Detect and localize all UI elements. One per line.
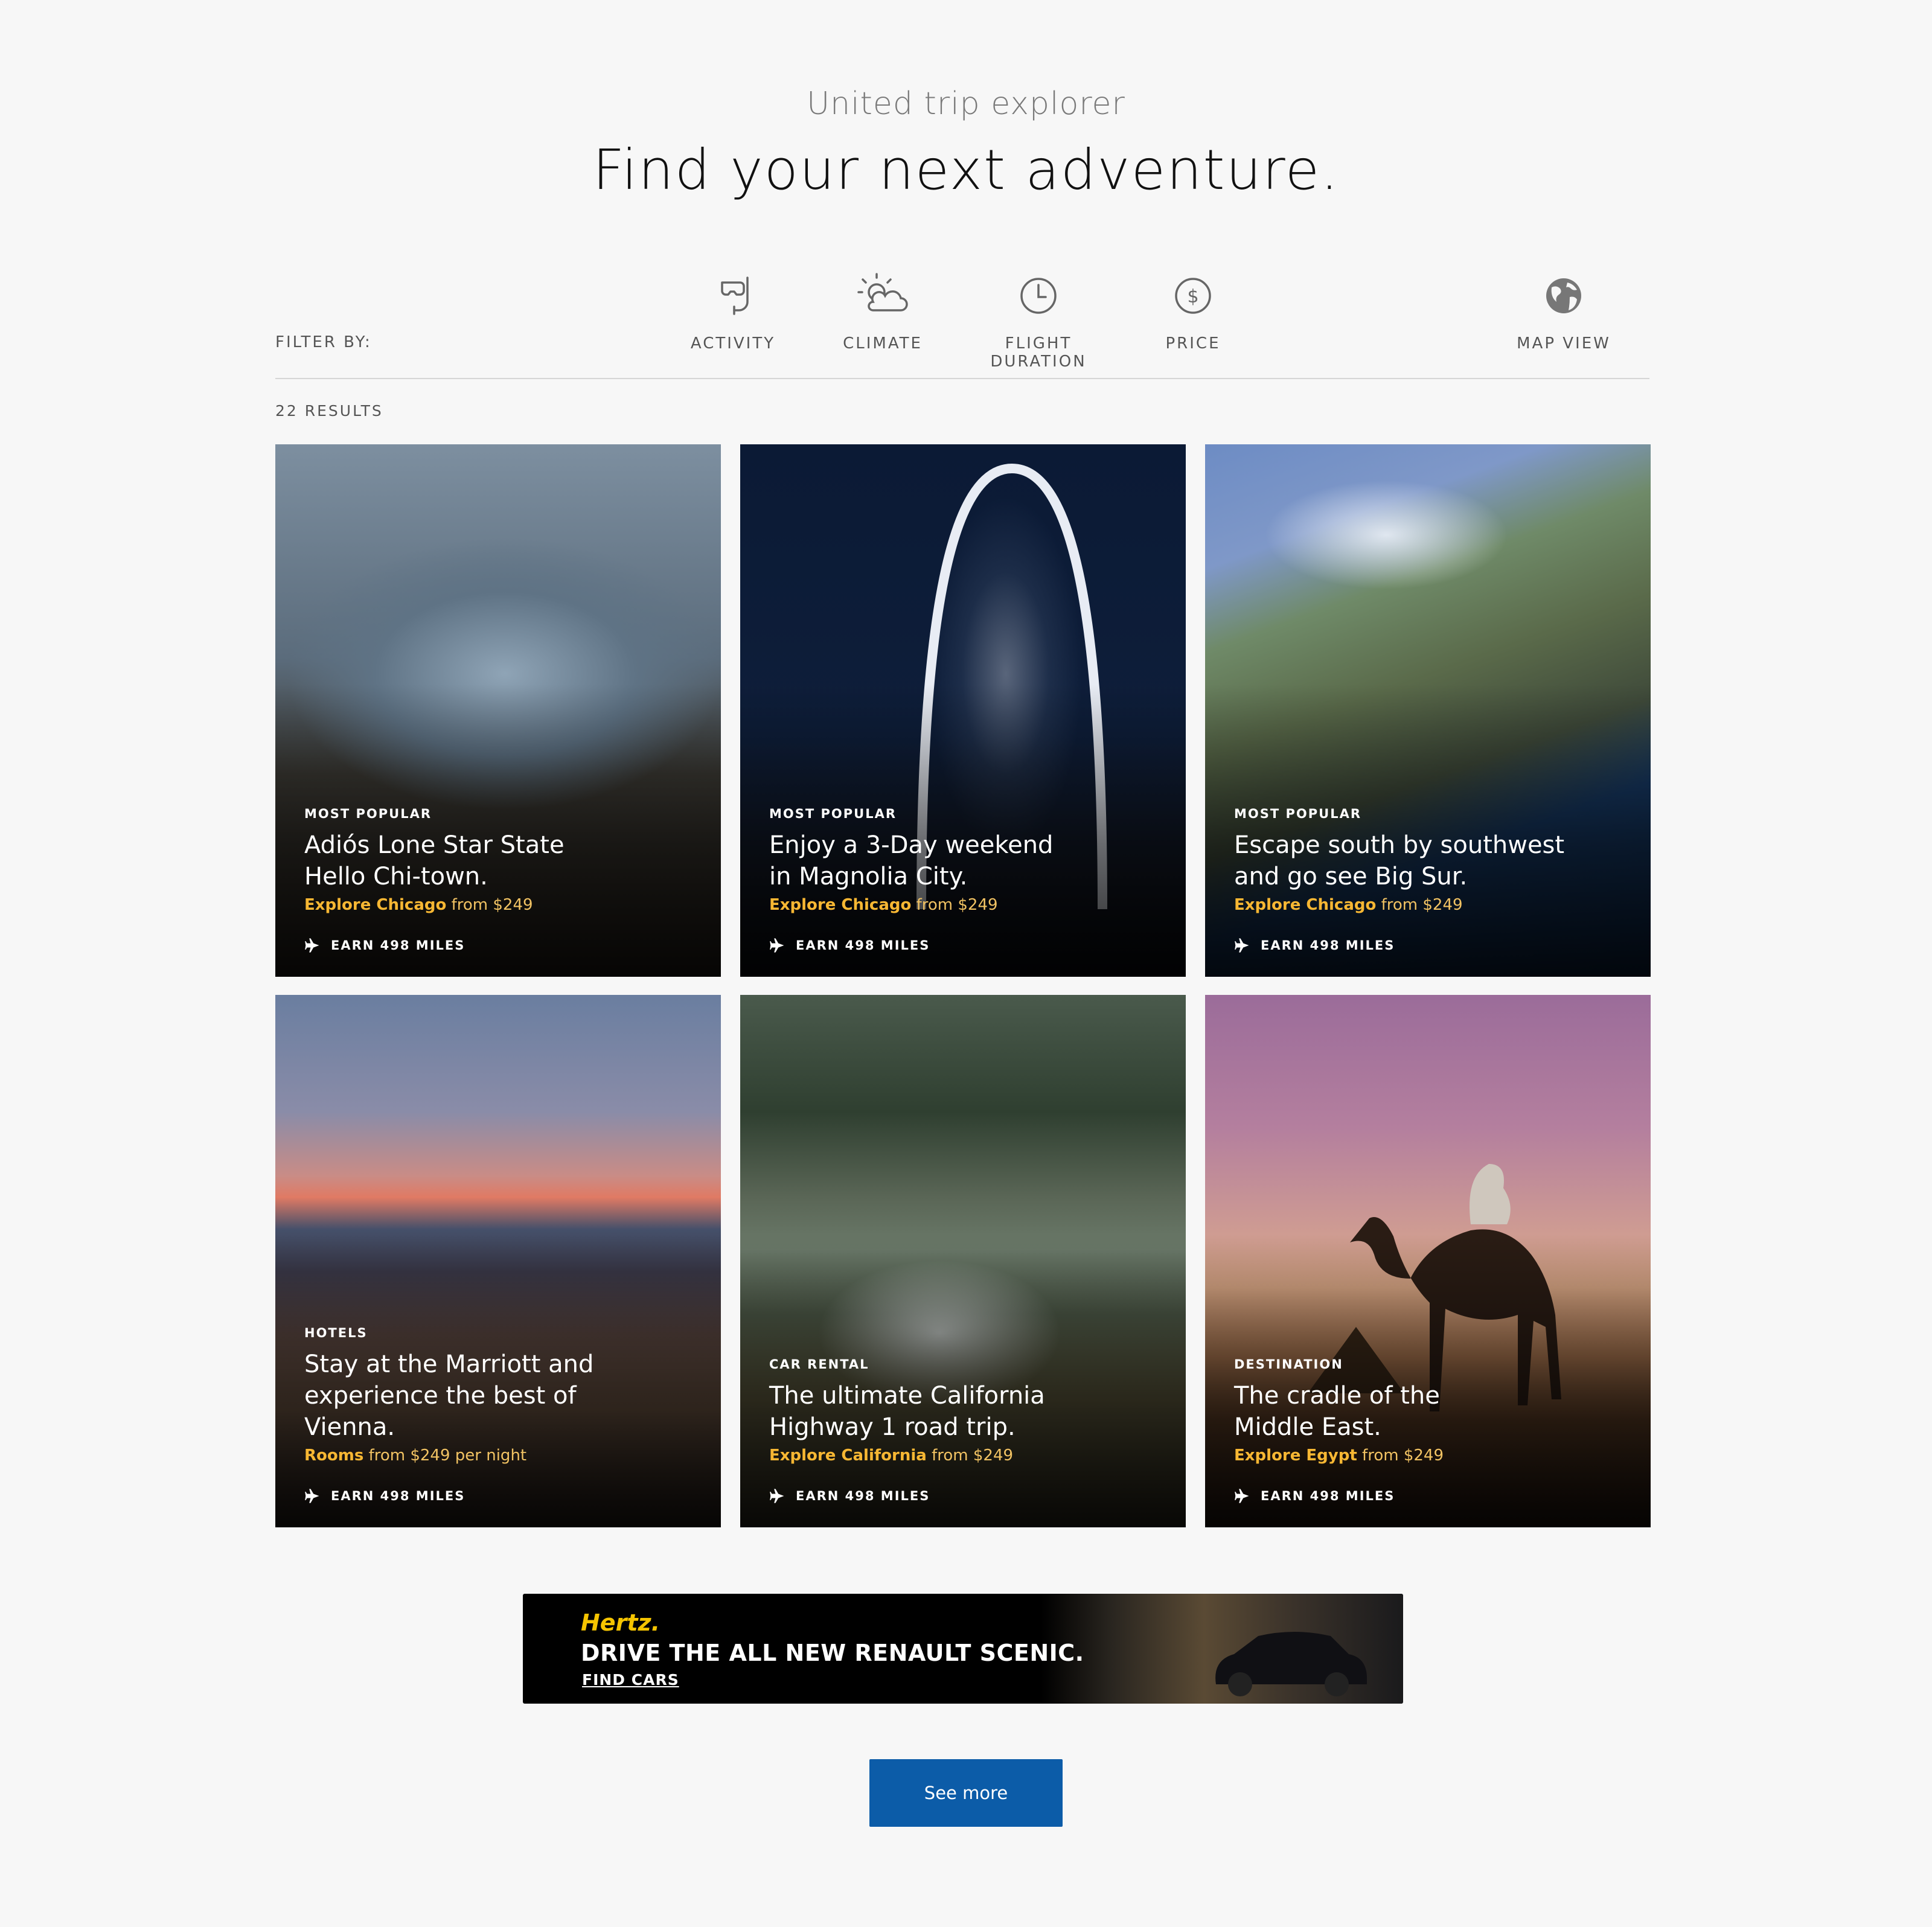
trip-card[interactable]: MOST POPULAR Escape south by southwest a…: [1205, 444, 1651, 977]
card-price: from $249 per night: [363, 1446, 527, 1465]
card-price: from $249: [926, 1446, 1014, 1465]
hertz-logo: Hertz.: [581, 1609, 661, 1636]
trip-card[interactable]: MOST POPULAR Enjoy a 3-Day weekend in Ma…: [740, 444, 1186, 977]
trip-card[interactable]: MOST POPULAR Adiós Lone Star State Hello…: [275, 444, 721, 977]
card-miles-label: EARN 498 MILES: [331, 938, 465, 953]
filter-activity[interactable]: ACTIVITY: [648, 266, 817, 353]
plane-icon: [305, 938, 319, 953]
card-miles: EARN 498 MILES: [769, 1488, 1162, 1504]
card-subtitle: Explore Chicago from $249: [769, 896, 1162, 914]
map-view-label: MAP VIEW: [1517, 334, 1611, 353]
card-subtitle: Explore Chicago from $249: [1234, 896, 1627, 914]
card-content: CAR RENTAL The ultimate California Highw…: [769, 1357, 1162, 1504]
card-content: DESTINATION The cradle of the Middle Eas…: [1234, 1357, 1627, 1504]
dollar-coin-icon: $: [1175, 278, 1211, 314]
page-title: Find your next adventure.: [592, 138, 1340, 202]
card-title: Adiós Lone Star State Hello Chi-town.: [304, 831, 565, 890]
trip-card[interactable]: CAR RENTAL The ultimate California Highw…: [740, 995, 1186, 1527]
card-miles-label: EARN 498 MILES: [796, 1489, 930, 1503]
hertz-ad-banner[interactable]: Hertz. DRIVE THE ALL NEW RENAULT SCENIC.…: [523, 1594, 1403, 1704]
card-highlight-link[interactable]: Explore Egypt: [1234, 1446, 1357, 1465]
trip-card[interactable]: HOTELS Stay at the Marriott and experien…: [275, 995, 721, 1527]
ad-headline: DRIVE THE ALL NEW RENAULT SCENIC.: [581, 1640, 1084, 1666]
card-title: Escape south by southwest and go see Big…: [1234, 831, 1565, 890]
trip-card[interactable]: DESTINATION The cradle of the Middle Eas…: [1205, 995, 1651, 1527]
card-miles: EARN 498 MILES: [304, 937, 697, 954]
card-miles: EARN 498 MILES: [769, 937, 1162, 954]
filter-flight-duration[interactable]: FLIGHT DURATION: [954, 266, 1123, 371]
results-count: 22 RESULTS: [275, 402, 383, 420]
sun-cloud-icon: [857, 273, 908, 312]
plane-icon: [305, 1489, 319, 1503]
trip-explorer-page: United trip explorer Find your next adve…: [0, 0, 1932, 1927]
card-miles-label: EARN 498 MILES: [796, 938, 930, 953]
card-title: Stay at the Marriott and experience the …: [304, 1350, 594, 1441]
filter-climate[interactable]: CLIMATE: [798, 266, 967, 353]
card-miles-label: EARN 498 MILES: [1261, 1489, 1395, 1503]
card-miles: EARN 498 MILES: [304, 1488, 697, 1504]
card-price: from $249: [1376, 896, 1463, 914]
filter-bar: FILTER BY: ACTIVITY CLIMATE FLIGHT DURAT…: [275, 266, 1649, 379]
card-tag: HOTELS: [304, 1326, 368, 1340]
find-cars-link[interactable]: FIND CARS: [582, 1671, 679, 1689]
card-subtitle: Explore Chicago from $249: [304, 896, 697, 914]
car-silhouette: [1215, 1632, 1367, 1696]
card-content: MOST POPULAR Enjoy a 3-Day weekend in Ma…: [769, 807, 1162, 954]
card-title: The ultimate California Highway 1 road t…: [769, 1382, 1045, 1441]
card-miles-label: EARN 498 MILES: [331, 1489, 465, 1503]
filter-price-label: PRICE: [1165, 334, 1221, 353]
filter-climate-label: CLIMATE: [843, 334, 923, 353]
card-highlight-link[interactable]: Explore Chicago: [304, 896, 446, 914]
card-highlight-link[interactable]: Explore California: [769, 1446, 927, 1465]
card-price: from $249: [1357, 1446, 1444, 1465]
see-more-button[interactable]: See more: [869, 1759, 1063, 1827]
map-view-button[interactable]: MAP VIEW: [1479, 266, 1648, 353]
filter-label: FILTER BY:: [275, 333, 372, 351]
plane-icon: [1235, 1489, 1249, 1503]
card-content: MOST POPULAR Adiós Lone Star State Hello…: [304, 807, 697, 954]
card-title: Enjoy a 3-Day weekend in Magnolia City.: [769, 831, 1054, 890]
card-subtitle: Explore Egypt from $249: [1234, 1446, 1627, 1465]
plane-icon: [770, 1489, 784, 1503]
filter-price[interactable]: $ PRICE: [1108, 266, 1278, 353]
page-kicker: United trip explorer: [807, 86, 1125, 122]
globe-icon: [1546, 278, 1581, 313]
clock-icon: [1020, 278, 1057, 314]
card-title: The cradle of the Middle East.: [1234, 1382, 1440, 1441]
card-content: HOTELS Stay at the Marriott and experien…: [304, 1326, 697, 1504]
card-tag: DESTINATION: [1234, 1357, 1343, 1372]
card-tag: MOST POPULAR: [304, 807, 432, 821]
svg-text:$: $: [1187, 286, 1198, 307]
card-price: from $249: [911, 896, 998, 914]
card-tag: CAR RENTAL: [769, 1357, 869, 1372]
plane-icon: [770, 938, 784, 953]
plane-icon: [1235, 938, 1249, 953]
ad-car-photo: [1041, 1594, 1403, 1704]
card-subtitle: Explore California from $249: [769, 1446, 1162, 1465]
card-miles: EARN 498 MILES: [1234, 937, 1627, 954]
card-price: from $249: [446, 896, 533, 914]
card-tag: MOST POPULAR: [769, 807, 897, 821]
card-highlight-link[interactable]: Explore Chicago: [769, 896, 911, 914]
card-subtitle: Rooms from $249 per night: [304, 1446, 697, 1465]
card-content: MOST POPULAR Escape south by southwest a…: [1234, 807, 1627, 954]
card-highlight-link[interactable]: Rooms: [304, 1446, 363, 1465]
filter-activity-label: ACTIVITY: [690, 334, 776, 353]
card-tag: MOST POPULAR: [1234, 807, 1362, 821]
card-highlight-link[interactable]: Explore Chicago: [1234, 896, 1376, 914]
card-miles: EARN 498 MILES: [1234, 1488, 1627, 1504]
snorkel-icon: [721, 276, 749, 315]
filter-flight-duration-label: FLIGHT DURATION: [990, 334, 1087, 371]
card-miles-label: EARN 498 MILES: [1261, 938, 1395, 953]
